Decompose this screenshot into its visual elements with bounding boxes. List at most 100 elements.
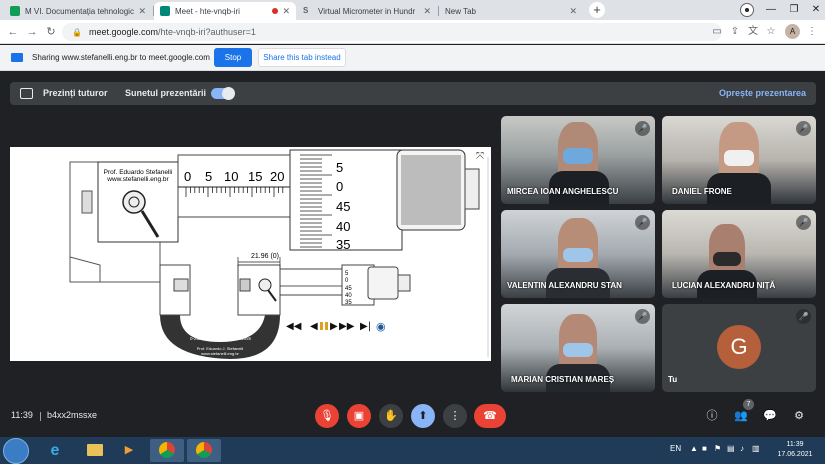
chrome-icon [159,442,175,459]
close-icon[interactable]: ✕ [282,6,290,17]
volume-icon[interactable]: ♪ [740,444,744,453]
eye-icon[interactable]: ◉ [376,320,386,333]
translate-icon[interactable]: 文 [746,24,760,40]
fast-forward-icon[interactable]: ▶▶ [339,321,355,332]
recording-dot-icon [272,8,279,14]
new-tab-button[interactable]: + [589,2,605,18]
meeting-details-button[interactable]: ⓘ [704,407,720,425]
close-icon[interactable]: ✕ [138,6,146,17]
participant-tile-2[interactable]: 🎤 DANIEL FRONE [662,116,816,204]
participant-tile-4[interactable]: 🎤 LUCIAN ALEXANDRU NIȚĂ [662,210,816,298]
activities-icon: ⚙ [794,410,804,422]
rewind-icon[interactable]: ◀◀ [286,321,302,332]
participant-name: LUCIAN ALEXANDRU NIȚĂ [672,281,776,290]
hand-icon: ✋ [384,410,398,422]
chat-button[interactable]: 💬 [762,407,778,425]
participant-tile-5[interactable]: 🎤 MARIAN CRISTIAN MAREȘ [501,304,655,392]
share-this-tab-button[interactable]: Share this tab instead [258,48,346,67]
chrome-taskbar-icon-1[interactable] [150,439,184,462]
participant-tile-3[interactable]: 🎤 VALENTIN ALEXANDRU STAN [501,210,655,298]
camera-icon[interactable]: ▭ [710,24,724,40]
participant-video [559,314,597,368]
svg-text:0: 0 [184,169,191,184]
close-icon[interactable]: ✕ [423,6,431,17]
presentation-sound-toggle[interactable] [211,87,235,100]
stop-sharing-button[interactable]: Stop [214,48,252,67]
media-control-icon[interactable] [740,3,754,17]
info-icon: ⓘ [706,410,718,422]
menu-icon[interactable]: ⋮ [805,24,819,40]
svg-text:45: 45 [345,286,352,292]
close-window-button[interactable]: ✕ [803,0,825,20]
people-button[interactable]: 👥 [733,407,749,425]
lock-icon: 🔒 [72,27,82,37]
flag-icon[interactable]: ⚑ [714,444,721,453]
close-icon[interactable]: ✕ [569,6,577,17]
reading-value: 21.96 (0) [251,253,279,260]
camera-toggle-button[interactable]: ▣ [347,404,371,428]
leave-call-button[interactable]: ☎ [474,404,506,428]
more-options-button[interactable]: ⋮ [443,404,467,428]
forward-button[interactable]: → [24,23,40,41]
meet-area: Prezinți tuturor Sunetul prezentării Opr… [0,71,825,437]
micrometer-controls[interactable]: ◀◀ ◀ ▶ ▶▶ ▶| ◉ [286,320,386,333]
present-now-button[interactable]: ⬆ [411,404,435,428]
clock-date: 17.06.2021 [777,451,813,458]
stop-presenting-button[interactable]: Oprește prezentarea [719,88,806,98]
participant-video [558,218,598,274]
participant-tile-1[interactable]: 🎤 MIRCEA IOAN ANGHELESCU [501,116,655,204]
tray-arrow-icon[interactable]: ▲ [690,444,698,453]
tab-meet[interactable]: Meet - hte-vnqb-iri ✕ [154,2,296,20]
share-icon[interactable]: ⇪ [728,24,742,40]
bookmark-star-icon[interactable]: ☆ [764,24,778,40]
camera-off-icon: ▣ [353,410,365,422]
media-player-icon: ▶ [124,444,134,456]
participant-name: MIRCEA IOAN ANGHELESCU [507,187,619,196]
folder-icon [87,444,103,457]
start-button[interactable] [3,438,29,464]
participant-video [709,224,745,276]
reload-button[interactable]: ↻ [43,23,59,41]
self-tile[interactable]: G 🎤 Tu [662,304,816,392]
ie-taskbar-icon[interactable]: e [38,439,72,462]
media-player-taskbar-icon[interactable]: ▶ [112,439,146,462]
svg-text:20: 20 [270,169,284,184]
chrome-icon [196,442,212,459]
frame-credit-2: www.stefanelli.eng.br [201,351,239,356]
author-text-1: Prof. Eduardo Stefanelli [104,169,173,176]
play-icon[interactable]: ▶ [330,321,338,332]
more-vert-icon: ⋮ [449,410,461,422]
language-indicator[interactable]: EN [670,444,681,453]
classroom-icon [10,6,20,16]
mic-toggle-button[interactable]: 🎙 [315,404,339,428]
profile-avatar[interactable]: A [785,24,800,39]
shared-screen-micrometer: Prof. Eduardo Stefanelli www.stefanelli.… [10,147,491,361]
taskbar-clock[interactable]: 11:39 17.06.2021 [775,440,815,460]
present-screen-icon [20,88,33,99]
activities-button[interactable]: ⚙ [791,407,807,425]
back-button[interactable]: ← [5,23,21,41]
chrome-taskbar-icon-2[interactable] [187,439,221,462]
step-back-icon[interactable]: ◀ [310,321,318,332]
tray-extra-icon[interactable]: ▥ [752,444,760,453]
fullscreen-icon[interactable]: ⤧ [476,151,484,162]
mic-muted-icon: 🎤 [635,121,650,136]
screen-share-icon [11,53,23,62]
meet-icon [160,6,170,16]
pause-bar-icon[interactable] [320,322,323,330]
tray-app-icon[interactable]: ■ [702,444,707,453]
tab-micrometer[interactable]: S Virtual Micrometer in Hundr ✕ [297,2,437,20]
mic-muted-icon: 🎤 [635,309,650,324]
tab-documentatie[interactable]: M VI. Documentația tehnologică ✕ [4,2,152,20]
network-icon[interactable]: ▤ [727,444,735,453]
mic-off-icon: 🎙 [320,410,334,422]
end-icon[interactable]: ▶| [360,321,371,332]
tab-new-tab[interactable]: New Tab ✕ [439,2,583,20]
address-bar[interactable]: 🔒 meet.google.com/hte-vnqb-iri?authuser=… [62,23,722,41]
author-text-2: www.stefanelli.eng.br [106,176,169,183]
self-name: Tu [668,375,678,384]
explorer-taskbar-icon[interactable] [78,439,112,462]
meeting-time: 11:39 [11,410,33,420]
svg-text:35: 35 [345,300,352,306]
raise-hand-button[interactable]: ✋ [379,404,403,428]
